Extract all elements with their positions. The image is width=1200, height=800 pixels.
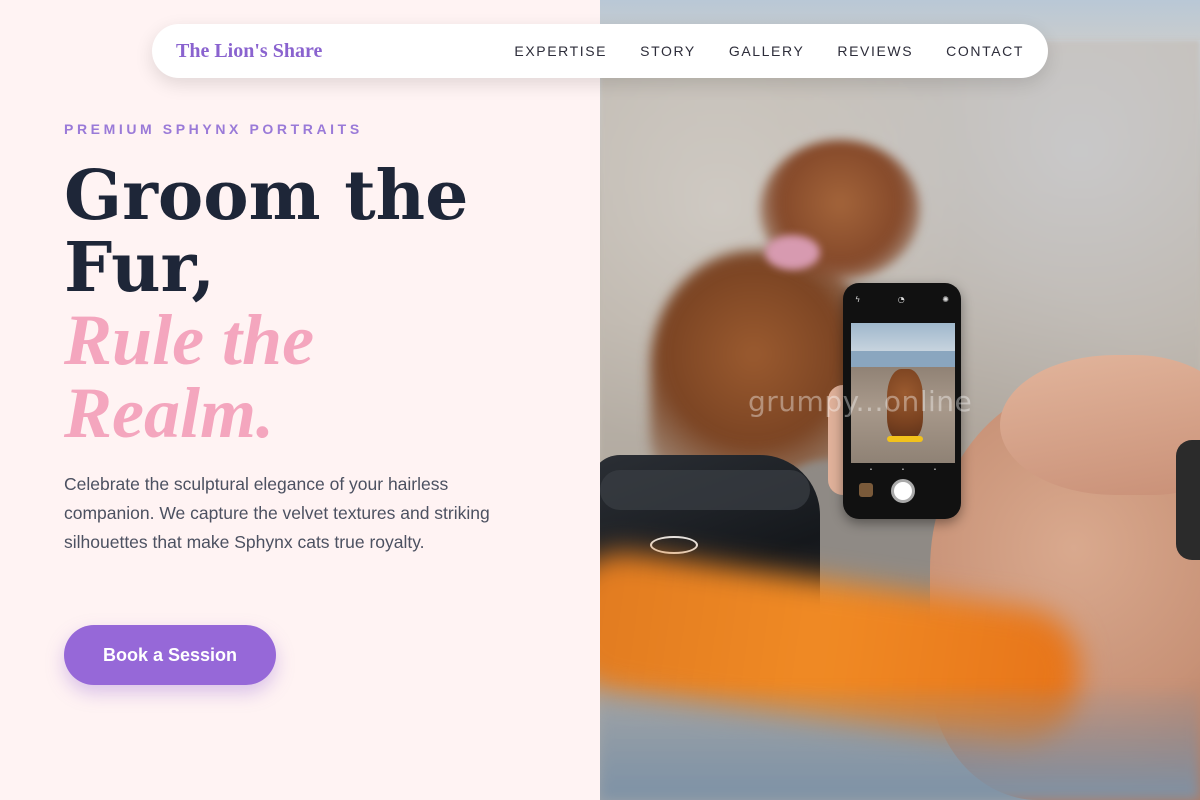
hero-headline: Groom the Fur, Rule the Realm. bbox=[64, 160, 468, 450]
watermark-text: grumpy...online bbox=[748, 385, 973, 418]
hero-left-panel: PREMIUM SPHYNX PORTRAITS Groom the Fur, … bbox=[0, 0, 600, 800]
nav-link-story[interactable]: STORY bbox=[640, 43, 696, 59]
settings-icon: ✺ bbox=[942, 294, 949, 304]
brand-logo[interactable]: The Lion's Share bbox=[176, 40, 322, 63]
hero-description: Celebrate the sculptural elegance of you… bbox=[64, 474, 490, 552]
nav-link-expertise[interactable]: EXPERTISE bbox=[514, 43, 607, 59]
hero-eyebrow: PREMIUM SPHYNX PORTRAITS bbox=[64, 121, 363, 137]
timer-icon: ◔ bbox=[897, 294, 905, 304]
backpack-strap bbox=[600, 470, 810, 510]
screen-sea bbox=[851, 351, 955, 367]
dog-tongue bbox=[765, 235, 820, 270]
nav-link-contact[interactable]: CONTACT bbox=[946, 43, 1024, 59]
nav-link-gallery[interactable]: GALLERY bbox=[729, 43, 805, 59]
focus-indicator bbox=[887, 436, 923, 442]
nav-link-reviews[interactable]: REVIEWS bbox=[837, 43, 913, 59]
bottom-shade bbox=[600, 690, 1200, 800]
backpack-logo bbox=[650, 536, 698, 554]
gallery-thumbnail bbox=[859, 483, 873, 497]
headline-line-1: Groom the bbox=[64, 156, 469, 236]
book-session-button[interactable]: Book a Session bbox=[64, 625, 276, 685]
headline-accent-2: Realm. bbox=[64, 373, 274, 453]
headline-line-2: Fur, bbox=[64, 228, 216, 308]
flash-icon: ϟ bbox=[855, 294, 861, 304]
camera-controls: • • • bbox=[851, 465, 955, 509]
nav-links: EXPERTISE STORY GALLERY REVIEWS CONTACT bbox=[514, 43, 1024, 59]
headline-accent-1: Rule the bbox=[64, 300, 315, 380]
hero-photo: ϟ ◔ ✺ • • • grumpy...online bbox=[600, 0, 1200, 800]
shutter-icon bbox=[891, 479, 915, 503]
phone-status-bar: ϟ ◔ ✺ bbox=[851, 291, 953, 307]
wrist-watch bbox=[1176, 440, 1200, 560]
top-navigation: The Lion's Share EXPERTISE STORY GALLERY… bbox=[152, 24, 1048, 78]
camera-modes: • • • bbox=[869, 467, 937, 473]
